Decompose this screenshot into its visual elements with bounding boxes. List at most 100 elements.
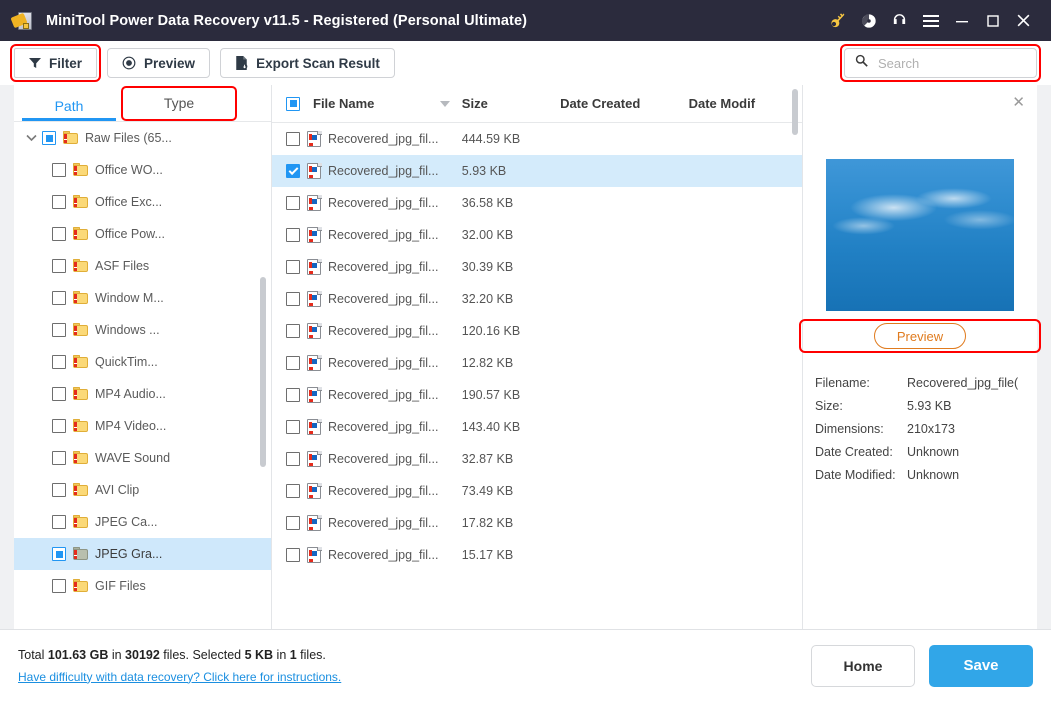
tree-item-checkbox[interactable] — [52, 259, 66, 273]
tree-item[interactable]: JPEG Gra... — [14, 538, 271, 570]
table-row[interactable]: Recovered_jpg_fil... 190.57 KB — [272, 379, 802, 411]
select-all-checkbox[interactable] — [286, 96, 300, 111]
tree-scrollbar[interactable] — [260, 277, 266, 467]
file-list-scrollbar[interactable] — [792, 89, 798, 135]
preview-close-icon[interactable]: ✕ — [1012, 95, 1025, 110]
file-size-cell: 73.49 KB — [461, 484, 514, 498]
file-row-checkbox[interactable] — [286, 420, 300, 434]
preview-meta-value: 5.93 KB — [907, 398, 952, 413]
table-row[interactable]: Recovered_jpg_fil... 32.00 KB — [272, 219, 802, 251]
table-row[interactable]: Recovered_jpg_fil... 32.87 KB — [272, 443, 802, 475]
tree-item-checkbox[interactable] — [52, 291, 66, 305]
file-row-checkbox[interactable] — [286, 388, 300, 402]
file-row-checkbox[interactable] — [286, 132, 300, 146]
table-row[interactable]: Recovered_jpg_fil... 32.20 KB — [272, 283, 802, 315]
chevron-down-icon[interactable] — [26, 134, 42, 142]
tree-item[interactable]: Window M... — [14, 282, 271, 314]
tree-row-root[interactable]: Raw Files (65... — [14, 122, 271, 154]
file-row-checkbox[interactable] — [286, 164, 300, 178]
tree-item-checkbox[interactable] — [52, 515, 66, 529]
tree-item[interactable]: QuickTim... — [14, 346, 271, 378]
tree-item[interactable]: GIF Files — [14, 570, 271, 602]
file-row-checkbox[interactable] — [286, 356, 300, 370]
tree-item-checkbox[interactable] — [52, 451, 66, 465]
tree-item[interactable]: Office WO... — [14, 154, 271, 186]
close-icon[interactable] — [1008, 0, 1039, 41]
app-logo-icon — [10, 10, 34, 32]
file-row-checkbox[interactable] — [286, 484, 300, 498]
file-row-checkbox[interactable] — [286, 196, 300, 210]
column-size[interactable]: Size — [462, 96, 560, 111]
tree-item[interactable]: Windows ... — [14, 314, 271, 346]
key-icon[interactable] — [822, 0, 853, 41]
tree-item[interactable]: ASF Files — [14, 250, 271, 282]
file-row-checkbox[interactable] — [286, 260, 300, 274]
file-size-cell: 30.39 KB — [461, 260, 514, 274]
table-row[interactable]: Recovered_jpg_fil... 36.58 KB — [272, 187, 802, 219]
tree-item[interactable]: WAVE Sound — [14, 442, 271, 474]
tree-item-checkbox[interactable] — [52, 163, 66, 177]
file-row-checkbox[interactable] — [286, 228, 300, 242]
tab-path[interactable]: Path — [14, 98, 124, 121]
tree-item[interactable]: AVI Clip — [14, 474, 271, 506]
tree-item[interactable]: Office Pow... — [14, 218, 271, 250]
main-content: Path Type Raw Files (65... Office WO... … — [0, 85, 1051, 629]
tree-item-checkbox[interactable] — [52, 387, 66, 401]
home-button[interactable]: Home — [811, 644, 915, 687]
minimize-icon[interactable] — [946, 0, 977, 41]
disc-icon[interactable] — [853, 0, 884, 41]
table-row[interactable]: Recovered_jpg_fil... 143.40 KB — [272, 411, 802, 443]
tab-type[interactable]: Type — [121, 86, 237, 121]
table-row[interactable]: Recovered_jpg_fil... 73.49 KB — [272, 475, 802, 507]
tree-item-checkbox[interactable] — [52, 195, 66, 209]
tree-root-checkbox[interactable] — [42, 131, 56, 145]
export-scan-result-button[interactable]: Export Scan Result — [220, 48, 395, 78]
headphones-icon[interactable] — [884, 0, 915, 41]
table-row[interactable]: Recovered_jpg_fil... 120.16 KB — [272, 315, 802, 347]
file-row-checkbox[interactable] — [286, 324, 300, 338]
tree-item-checkbox[interactable] — [52, 547, 66, 561]
column-date-modified-label: Date Modif — [688, 96, 756, 111]
sort-descending-icon[interactable] — [439, 100, 450, 107]
tree-item[interactable]: MP4 Audio... — [14, 378, 271, 410]
file-row-checkbox[interactable] — [286, 452, 300, 466]
filter-button[interactable]: Filter — [9, 44, 102, 82]
tree-item[interactable]: JPEG Ca... — [14, 506, 271, 538]
file-row-checkbox[interactable] — [286, 516, 300, 530]
tree-item-checkbox[interactable] — [52, 227, 66, 241]
tree-item-label: JPEG Ca... — [95, 515, 158, 529]
tree-item-checkbox[interactable] — [52, 355, 66, 369]
column-date-modified[interactable]: Date Modif — [689, 96, 802, 111]
table-row[interactable]: Recovered_jpg_fil... 12.82 KB — [272, 347, 802, 379]
file-row-checkbox[interactable] — [286, 292, 300, 306]
column-date-created[interactable]: Date Created — [560, 96, 689, 111]
tree-item-checkbox[interactable] — [52, 483, 66, 497]
title-bar: MiniTool Power Data Recovery v11.5 - Reg… — [0, 0, 1051, 41]
preview-toolbar-button[interactable]: Preview — [107, 48, 211, 78]
column-file-name[interactable]: File Name — [286, 96, 462, 111]
table-row[interactable]: Recovered_jpg_fil... 17.82 KB — [272, 507, 802, 539]
image-file-icon — [307, 419, 322, 435]
maximize-icon[interactable] — [977, 0, 1008, 41]
table-row[interactable]: Recovered_jpg_fil... 444.59 KB — [272, 123, 802, 155]
tree-item[interactable]: Office Exc... — [14, 186, 271, 218]
tree-item-checkbox[interactable] — [52, 579, 66, 593]
table-row[interactable]: Recovered_jpg_fil... 15.17 KB — [272, 539, 802, 571]
search-input[interactable] — [876, 54, 1026, 72]
folder-icon — [73, 291, 88, 305]
file-name-cell: Recovered_jpg_fil... — [286, 323, 462, 339]
table-row[interactable]: Recovered_jpg_fil... 30.39 KB — [272, 251, 802, 283]
save-button[interactable]: Save — [929, 644, 1033, 687]
preview-meta-row: Size: 5.93 KB — [815, 394, 1037, 417]
file-row-checkbox[interactable] — [286, 548, 300, 562]
folder-icon — [73, 579, 88, 593]
search-box[interactable] — [844, 48, 1037, 78]
preview-button[interactable]: Preview — [873, 323, 967, 349]
hamburger-menu-icon[interactable] — [915, 0, 946, 41]
tree-item[interactable]: MP4 Video... — [14, 410, 271, 442]
tree-item-checkbox[interactable] — [52, 323, 66, 337]
help-link[interactable]: Have difficulty with data recovery? Clic… — [18, 670, 341, 684]
tree-panel: Path Type Raw Files (65... Office WO... … — [14, 85, 272, 629]
table-row[interactable]: Recovered_jpg_fil... 5.93 KB — [272, 155, 802, 187]
tree-item-checkbox[interactable] — [52, 419, 66, 433]
